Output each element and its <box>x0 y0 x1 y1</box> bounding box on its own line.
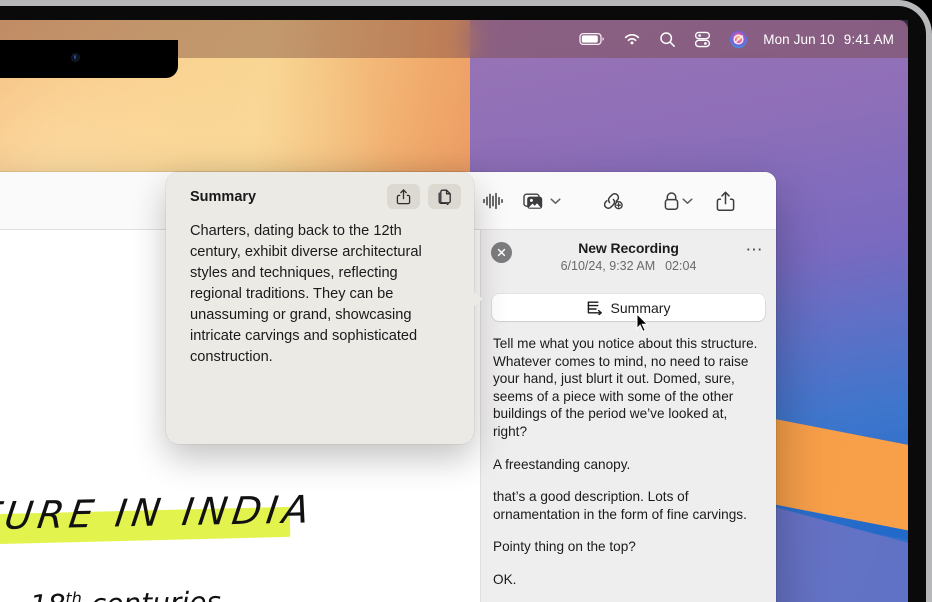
toolbar-button-group <box>436 172 776 230</box>
summary-popover: Summary Charters, dating back to the 12t… <box>166 172 483 444</box>
transcript-paragraph: Pointy thing on the top? <box>493 539 636 555</box>
media-insert-button[interactable] <box>514 186 570 216</box>
popover-title: Summary <box>190 188 257 205</box>
handwritten-subheading: 15th — 18th centuries <box>0 585 221 602</box>
transcript-text[interactable]: Tell me what you notice about this struc… <box>481 321 776 589</box>
battery-icon[interactable] <box>570 20 614 58</box>
close-icon[interactable] <box>491 242 512 263</box>
siri-icon[interactable] <box>720 20 757 58</box>
chevron-down-icon <box>682 197 693 205</box>
transcript-paragraph: that’s a good description. Lots of ornam… <box>493 489 747 522</box>
popover-actions <box>387 184 461 209</box>
share-button[interactable] <box>702 186 748 216</box>
copy-summary-button[interactable] <box>428 184 461 209</box>
transcript-paragraph: OK. <box>493 571 517 587</box>
spotlight-search-icon[interactable] <box>650 20 685 58</box>
recording-meta: 6/10/24, 9:32 AM 02:04 <box>481 256 776 273</box>
transcript-paragraph: Tell me what you notice about this struc… <box>493 336 758 439</box>
menu-bar-time: 9:41 AM <box>843 31 894 47</box>
screen: Mon Jun 10 9:41 AM ITECTURE IN INDIA th … <box>0 20 908 602</box>
recording-panel-header: New Recording 6/10/24, 9:32 AM 02:04 ⋯ <box>481 230 776 278</box>
chevron-down-icon <box>550 197 561 205</box>
macbook-device: Mon Jun 10 9:41 AM ITECTURE IN INDIA th … <box>0 0 932 602</box>
recording-title: New Recording <box>578 240 679 256</box>
more-options-icon[interactable]: ⋯ <box>746 240 765 260</box>
webcam-icon <box>71 53 80 62</box>
menu-bar-date: Mon Jun 10 <box>763 31 835 47</box>
lock-note-button[interactable] <box>654 186 702 216</box>
recording-duration: 02:04 <box>665 259 697 273</box>
control-center-icon[interactable] <box>685 20 720 58</box>
recording-date: 6/10/24, 9:32 AM <box>560 259 656 273</box>
menu-bar-clock[interactable]: Mon Jun 10 9:41 AM <box>757 32 894 47</box>
add-link-button[interactable] <box>570 186 654 216</box>
display-notch <box>0 40 178 78</box>
transcript-paragraph: A freestanding canopy. <box>493 456 631 472</box>
summary-button-label: Summary <box>610 299 671 316</box>
wifi-icon[interactable] <box>614 20 650 58</box>
popover-header: Summary <box>166 172 474 209</box>
recording-panel: New Recording 6/10/24, 9:32 AM 02:04 ⋯ S… <box>480 230 776 602</box>
summarize-icon <box>587 300 604 315</box>
audio-waveform-button[interactable] <box>472 186 514 216</box>
summary-button[interactable]: Summary <box>492 294 765 321</box>
share-summary-button[interactable] <box>387 184 420 209</box>
popover-body-text: Charters, dating back to the 12th centur… <box>190 223 422 365</box>
